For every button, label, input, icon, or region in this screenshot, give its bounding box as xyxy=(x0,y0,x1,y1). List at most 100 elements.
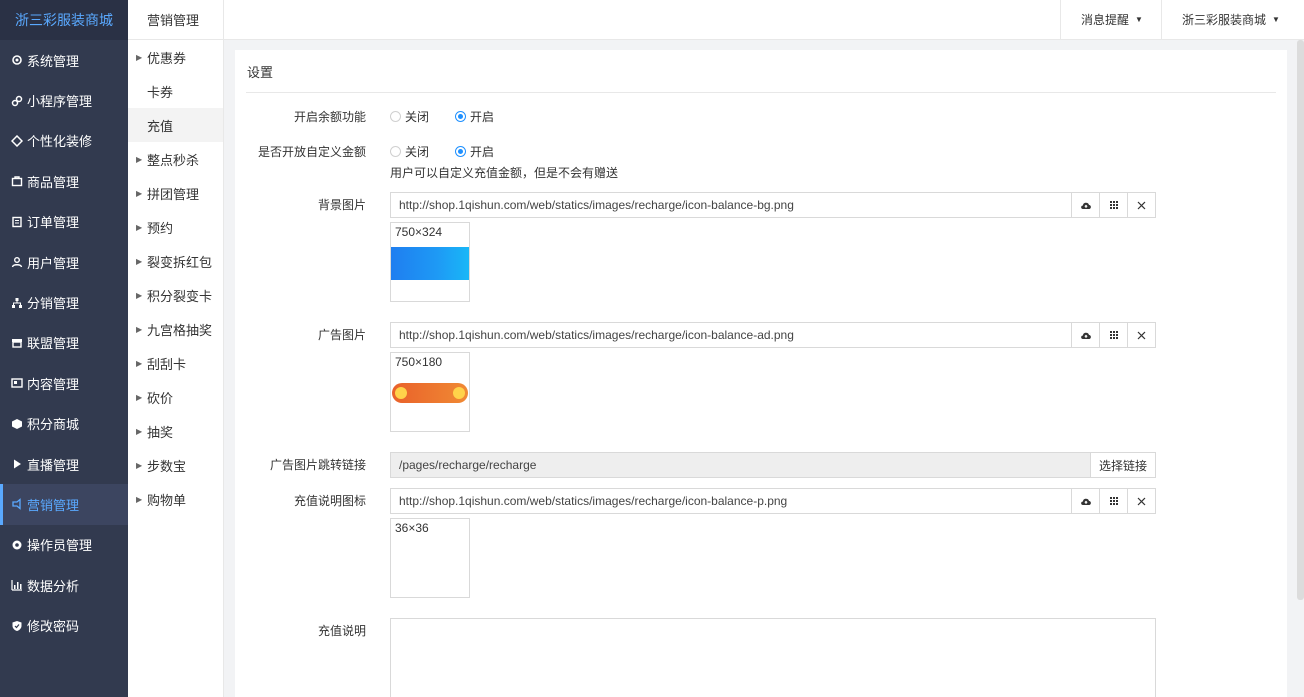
sidebar-item-password[interactable]: 修改密码 xyxy=(0,605,128,645)
caret-right-icon: ▶ xyxy=(136,460,143,470)
sidebar-item-decorate[interactable]: 个性化装修 xyxy=(0,121,128,161)
sub-sidebar: 营销管理 ▶ 优惠券 卡券 充值 ▶ 整点秒杀 ▶ 拼团管理 ▶ 预约 ▶ 裂变拆红包 ▶… xyxy=(128,0,224,697)
sidebar-item-label: 分销管理 xyxy=(27,296,80,312)
upload-cloud-icon[interactable] xyxy=(1071,489,1099,513)
close-icon[interactable] xyxy=(1127,489,1155,513)
caret-down-icon: ▼ xyxy=(1135,15,1143,24)
sidebar-item-goods[interactable]: 商品管理 xyxy=(0,161,128,201)
submenu-item-scratch-card[interactable]: ▶ 刮刮卡 xyxy=(128,346,223,380)
sidebar-item-user[interactable]: 用户管理 xyxy=(0,242,128,282)
shop-dropdown[interactable]: 浙三彩服装商城 ▼ xyxy=(1161,0,1304,39)
caret-right-icon: ▶ xyxy=(136,154,143,164)
submenu-item-step-treasure[interactable]: ▶ 步数宝 xyxy=(128,448,223,482)
top-header: 消息提醒 ▼ 浙三彩服装商城 ▼ xyxy=(224,0,1304,40)
ad-link-input-group: /pages/recharge/recharge 选择链接 xyxy=(390,452,1156,478)
ad-image-url-input[interactable]: http://shop.1qishun.com/web/statics/imag… xyxy=(391,323,1071,347)
submenu-item-label: 砍价 xyxy=(147,390,174,406)
bg-image-url-input[interactable]: http://shop.1qishun.com/web/statics/imag… xyxy=(391,193,1071,217)
recharge-icon-preview: 36×36 xyxy=(390,518,470,598)
radio-circle-icon xyxy=(390,111,401,122)
recharge-desc-textarea[interactable] xyxy=(390,618,1156,697)
ad-link-label: 广告图片跳转链接 xyxy=(269,458,366,472)
close-icon[interactable] xyxy=(1127,193,1155,217)
caret-right-icon: ▶ xyxy=(136,358,143,368)
gallery-grid-icon[interactable] xyxy=(1099,323,1127,347)
recharge-icon-url-input[interactable]: http://shop.1qishun.com/web/statics/imag… xyxy=(391,489,1071,513)
submenu-item-points-card[interactable]: ▶ 积分裂变卡 xyxy=(128,278,223,312)
balance-label: 开启余额功能 xyxy=(293,110,366,124)
sidebar-item-label: 数据分析 xyxy=(27,578,80,594)
cog-icon xyxy=(10,538,23,551)
balance-on-radio[interactable]: 开启 xyxy=(455,108,494,125)
sidebar-item-live[interactable]: 直播管理 xyxy=(0,444,128,484)
miniprogram-icon xyxy=(10,94,23,107)
sidebar-item-content[interactable]: 内容管理 xyxy=(0,363,128,403)
submenu-item-group-buy[interactable]: ▶ 拼团管理 xyxy=(128,176,223,210)
image-size-label: 750×180 xyxy=(395,355,443,369)
close-icon[interactable] xyxy=(1127,323,1155,347)
brand-title[interactable]: 浙三彩服装商城 xyxy=(0,0,128,40)
sidebar-item-miniprogram[interactable]: 小程序管理 xyxy=(0,80,128,120)
sidebar-item-points-mall[interactable]: 积分商城 xyxy=(0,404,128,444)
gear-icon xyxy=(10,54,23,67)
ad-image-label: 广告图片 xyxy=(317,328,366,342)
sidebar-item-alliance[interactable]: 联盟管理 xyxy=(0,323,128,363)
custom-amount-hint: 用户可以自定义充值金额，但是不会有赠送 xyxy=(390,166,619,180)
submenu-item-card[interactable]: 卡券 xyxy=(128,74,223,108)
notification-dropdown[interactable]: 消息提醒 ▼ xyxy=(1060,0,1163,39)
submenu-item-bargain[interactable]: ▶ 砍价 xyxy=(128,380,223,414)
ad-image-preview: 750×180 xyxy=(390,352,470,432)
custom-on-radio[interactable]: 开启 xyxy=(455,143,494,160)
bg-image-input-group: http://shop.1qishun.com/web/statics/imag… xyxy=(390,192,1156,218)
sidebar-item-label: 用户管理 xyxy=(27,255,80,271)
upload-cloud-icon[interactable] xyxy=(1071,323,1099,347)
caret-right-icon: ▶ xyxy=(136,426,143,436)
sidebar-item-operator[interactable]: 操作员管理 xyxy=(0,525,128,565)
ad-image-input-group: http://shop.1qishun.com/web/statics/imag… xyxy=(390,322,1156,348)
sidebar-item-distribution[interactable]: 分销管理 xyxy=(0,282,128,322)
sidebar-item-order[interactable]: 订单管理 xyxy=(0,202,128,242)
page-scrollbar[interactable] xyxy=(1297,40,1304,600)
sidebar-item-label: 营销管理 xyxy=(27,497,80,513)
sidebar-item-analytics[interactable]: 数据分析 xyxy=(0,565,128,605)
submenu-item-label: 抽奖 xyxy=(147,424,174,440)
upload-cloud-icon[interactable] xyxy=(1071,193,1099,217)
submenu-item-red-packet[interactable]: ▶ 裂变拆红包 xyxy=(128,244,223,278)
caret-right-icon: ▶ xyxy=(136,324,143,334)
submenu-item-label: 拼团管理 xyxy=(147,186,200,202)
caret-right-icon: ▶ xyxy=(136,392,143,402)
radio-checked-icon xyxy=(455,146,466,157)
ad-link-input[interactable]: /pages/recharge/recharge xyxy=(391,453,1090,477)
submenu-item-shopping-list[interactable]: ▶ 购物单 xyxy=(128,482,223,516)
submenu-item-label: 充值 xyxy=(147,118,174,134)
radio-label: 开启 xyxy=(470,110,495,124)
gallery-grid-icon[interactable] xyxy=(1099,193,1127,217)
submenu-item-coupon[interactable]: ▶ 优惠券 xyxy=(128,40,223,74)
shopping-bag-icon xyxy=(10,175,23,188)
submenu-item-lottery-grid[interactable]: ▶ 九宫格抽奖 xyxy=(128,312,223,346)
submenu-title: 营销管理 xyxy=(128,0,223,40)
balance-off-radio[interactable]: 关闭 xyxy=(390,108,429,125)
submenu-item-label: 步数宝 xyxy=(147,458,187,474)
sidebar-item-label: 订单管理 xyxy=(27,215,80,231)
custom-off-radio[interactable]: 关闭 xyxy=(390,143,429,160)
submenu-item-reservation[interactable]: ▶ 预约 xyxy=(128,210,223,244)
submenu-item-label: 九宫格抽奖 xyxy=(147,322,213,338)
choose-link-button[interactable]: 选择链接 xyxy=(1089,453,1155,477)
submenu-item-label: 购物单 xyxy=(147,492,187,508)
shop-label: 浙三彩服装商城 xyxy=(1182,13,1267,27)
gallery-grid-icon[interactable] xyxy=(1099,489,1127,513)
recharge-desc-label: 充值说明 xyxy=(317,624,366,638)
caret-right-icon: ▶ xyxy=(136,222,143,232)
panel-title: 设置 xyxy=(247,65,274,80)
submenu-item-recharge[interactable]: 充值 xyxy=(128,108,223,142)
submenu-item-lottery[interactable]: ▶ 抽奖 xyxy=(128,414,223,448)
submenu-item-flash-sale[interactable]: ▶ 整点秒杀 xyxy=(128,142,223,176)
order-icon xyxy=(10,215,23,228)
submenu-item-label: 积分裂变卡 xyxy=(147,288,213,304)
sidebar-item-label: 操作员管理 xyxy=(27,538,93,554)
sidebar-item-system[interactable]: 系统管理 xyxy=(0,40,128,80)
bg-image-preview: 750×324 xyxy=(390,222,470,302)
sidebar-item-marketing[interactable]: 营销管理 xyxy=(0,484,128,525)
image-size-label: 36×36 xyxy=(395,521,429,535)
